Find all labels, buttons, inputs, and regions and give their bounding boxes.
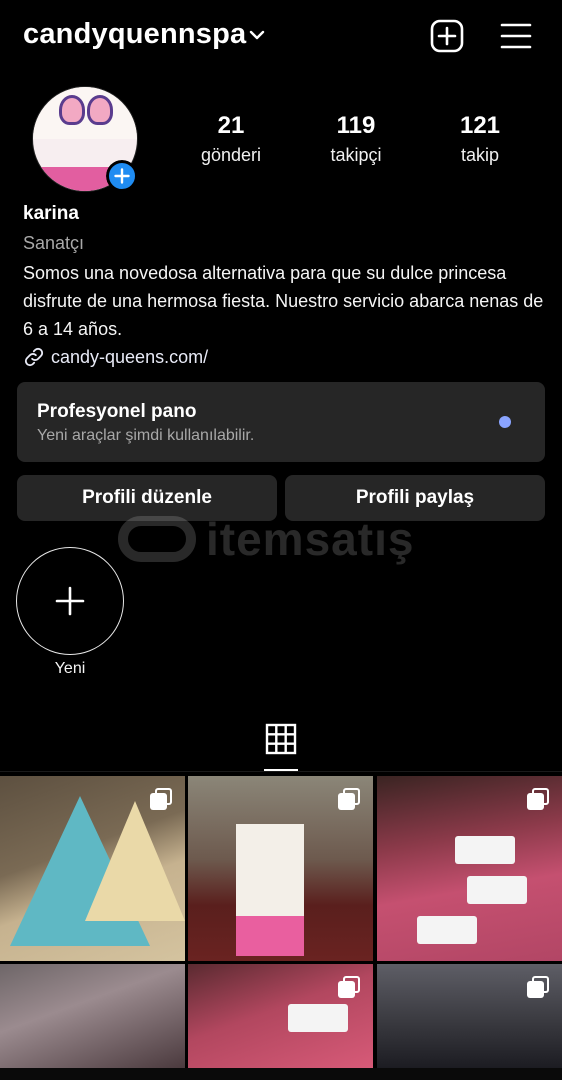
tray-shape [288,1004,348,1032]
new-highlight-button[interactable] [16,547,124,655]
stat-value: 121 [459,112,501,139]
chevron-down-icon[interactable] [248,26,266,44]
logo-script [47,143,127,159]
hamburger-menu-icon[interactable] [499,20,533,52]
multi-photo-icon [527,788,549,810]
tab-divider [0,771,562,772]
dashboard-subtitle: Yeni araçlar şimdi kullanılabilir. [37,427,255,444]
logo-background [33,87,137,139]
watermark-ring [118,516,196,562]
stat-value: 119 [336,112,376,139]
multi-photo-icon [527,976,549,998]
tray-shape [455,836,515,864]
tray-shape [417,916,477,944]
bottom-edge [0,1068,562,1080]
notification-dot [499,416,511,428]
plus-circle-icon[interactable] [106,160,138,192]
following-count[interactable]: 121 takip [425,112,535,166]
new-highlight-label: Yeni [54,660,86,677]
post-thumbnail[interactable] [0,776,185,961]
posts-count[interactable]: 21 gönderi [176,112,286,166]
post-thumbnail[interactable] [188,964,373,1068]
bio-text: Somos una novedosa alternativa para que … [23,263,544,339]
multi-photo-icon [338,976,360,998]
post-thumbnail[interactable] [188,776,373,961]
tent-shape [85,801,185,921]
watermark-text: itemsatış [206,513,415,565]
post-thumbnail[interactable] [377,776,562,961]
multi-photo-icon [338,788,360,810]
logo-girl-figure [59,95,85,125]
plus-square-icon[interactable] [430,19,464,53]
watermark-logo: itemsatış [118,510,448,570]
link-icon [24,347,44,367]
banner-stand [236,824,304,956]
username-title[interactable]: candyquennspa [23,18,246,51]
stat-value: 21 [217,112,245,139]
stat-label: gönderi [200,145,262,165]
category-label: Sanatçı [23,233,85,253]
grid-icon[interactable] [264,722,298,756]
followers-count[interactable]: 119 takipçi [301,112,411,166]
website-link[interactable]: candy-queens.com/ [23,344,553,370]
plus-icon [55,586,85,616]
post-thumbnail[interactable] [0,964,185,1068]
link-text: candy-queens.com/ [51,347,209,367]
top-bar: candyquennspa [0,0,562,74]
stat-label: takipçi [330,145,382,165]
display-name: karina [23,203,79,224]
post-thumbnail[interactable] [377,964,562,1068]
tray-shape [467,876,527,904]
logo-girl-figure [87,95,113,125]
bio-section: karina Sanatçı Somos una novedosa altern… [23,203,553,370]
stat-label: takip [460,145,500,165]
dashboard-title: Profesyonel pano [37,401,197,422]
professional-dashboard-card[interactable]: Profesyonel pano Yeni araçlar şimdi kull… [17,382,545,462]
multi-photo-icon [150,788,172,810]
